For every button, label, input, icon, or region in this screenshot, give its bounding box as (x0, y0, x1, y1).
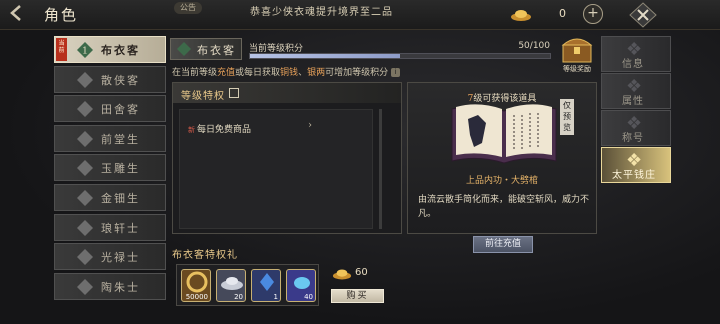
rank-item-label: 前堂生 (101, 132, 140, 146)
notice-marquee: 恭喜少侠衣魂提升境界至二品 (250, 7, 393, 18)
rank-item[interactable]: 田舍客 (54, 95, 166, 123)
hint-part: 或每日获取 (235, 68, 281, 78)
rank-item-label: 田舍客 (101, 103, 140, 117)
currency-value: 0 (559, 7, 566, 20)
rank-emblem-icon: 1 (77, 42, 93, 58)
gift-pack-items: 50000 20 1 40 (176, 264, 319, 306)
notice-badge: 公告 (174, 2, 202, 14)
rank-emblem-icon (77, 278, 93, 295)
rank-emblem-icon (77, 130, 93, 147)
tab-taiping-bank[interactable]: ❖ 太平钱庄 (601, 147, 671, 183)
tab-label: 称号 (622, 133, 644, 144)
rank-list: 当前 1 布衣客 散侠客 田舍客 前堂生 玉雕生 金钿生 琅轩士 光禄士 陶朱士 (54, 36, 166, 302)
buy-button[interactable]: 购买 (331, 289, 384, 303)
open-book-icon (448, 101, 560, 165)
reward-item-name: 上品内功・大劈棺 (465, 176, 538, 186)
rank-emblem-icon (77, 249, 93, 266)
hint-part: 在当前等级 (172, 68, 218, 78)
rank-emblem-icon (77, 101, 93, 118)
tab-info[interactable]: ❖ 信息 (601, 36, 671, 72)
gift-price: 60 (355, 267, 368, 278)
close-icon[interactable] (628, 2, 658, 28)
page-title: 角色 (44, 6, 79, 24)
rank-item-label: 布衣客 (101, 44, 140, 57)
reward-item-description: 由流云散手简化而来，能破空斩风，威力不凡。 (418, 195, 590, 219)
rank-emblem-icon (77, 189, 93, 206)
gold-ingot-icon (332, 266, 352, 280)
rank-item-label: 玉雕生 (101, 162, 140, 176)
hint-part: 可增加等级积分 (325, 68, 389, 78)
hint-part: 、 (298, 68, 308, 78)
back-arrow-icon[interactable] (2, 2, 32, 28)
current-tag: 当前 (56, 38, 67, 61)
side-tabs: ❖ 信息 ❖ 属性 ❖ 称号 ❖ 太平钱庄 (601, 36, 671, 184)
rank-item[interactable]: 琅轩士 (54, 213, 166, 241)
reward-preview-panel: 7级可获得该道具 仅预览 上品内功・大劈棺 由流云散手简化而来，能破空斩风，威力… (407, 82, 597, 234)
rank-emblem-icon (77, 160, 93, 177)
go-recharge-button[interactable]: 前往充值 (473, 236, 533, 253)
gift-item[interactable]: 20 (216, 269, 246, 302)
gift-item-count: 1 (273, 293, 278, 301)
progress-value: 50/100 (518, 41, 550, 51)
rank-item-label: 金钿生 (101, 191, 140, 205)
current-rank-name: 布衣客 (197, 44, 236, 57)
rank-item-label: 散侠客 (101, 73, 140, 87)
gold-ingot-icon (510, 7, 532, 21)
tab-attributes[interactable]: ❖ 属性 (601, 73, 671, 109)
rank-item-label: 琅轩士 (101, 221, 140, 235)
gift-item-count: 40 (304, 293, 313, 301)
gift-item[interactable]: 40 (286, 269, 316, 302)
gift-item-count: 20 (234, 293, 243, 301)
rank-item[interactable]: 金钿生 (54, 183, 166, 211)
preview-only-tag: 仅预览 (560, 99, 574, 135)
level-reward-label: 等级奖励 (563, 65, 591, 73)
rank-item[interactable]: 前堂生 (54, 124, 166, 152)
rank-emblem-icon (77, 71, 93, 88)
tab-label: 太平钱庄 (612, 170, 656, 181)
privilege-title: 等级特权 (181, 91, 225, 102)
new-tag: 新 (188, 126, 195, 134)
hint-text: 在当前等级充值或每日获取铜钱、银两可增加等级积分 i (172, 65, 401, 78)
rank-emblem-icon (77, 219, 93, 236)
rank-item[interactable]: 光禄士 (54, 243, 166, 271)
scrollbar[interactable] (379, 109, 382, 229)
hint-recharge: 充值 (217, 68, 236, 78)
gift-pack-title: 布衣客特权礼 (172, 250, 238, 261)
hint-silver: 银两 (307, 68, 326, 78)
privilege-panel: 等级特权 新每日免费商品 › (172, 82, 402, 234)
chevron-right-icon: › (308, 120, 312, 131)
rank-item-buyike[interactable]: 当前 1 布衣客 (54, 36, 166, 63)
rank-emblem-icon (177, 42, 191, 56)
tab-title[interactable]: ❖ 称号 (601, 110, 671, 146)
blue-crystal-icon (260, 273, 274, 291)
hint-copper: 铜钱 (280, 68, 299, 78)
gift-item[interactable]: 50000 (181, 269, 211, 302)
progress-fill (250, 54, 400, 58)
rank-item-label: 光禄士 (101, 251, 140, 265)
progress-bar (249, 53, 551, 59)
privilege-row[interactable]: 新每日免费商品 (188, 122, 251, 135)
rank-item[interactable]: 散侠客 (54, 65, 166, 93)
current-rank-chip: 布衣客 (170, 38, 242, 60)
tab-label: 信息 (622, 59, 644, 70)
info-icon[interactable]: i (391, 68, 401, 77)
privilege-list: 新每日免费商品 › (179, 109, 373, 229)
svg-text:1: 1 (82, 47, 88, 57)
coin-ring-icon (186, 271, 208, 293)
rank-item[interactable]: 玉雕生 (54, 154, 166, 182)
add-currency-button[interactable]: + (583, 4, 603, 24)
blue-gem-icon (294, 277, 310, 289)
rank-item[interactable]: 陶朱士 (54, 272, 166, 300)
privilege-label: 每日免费商品 (197, 125, 252, 135)
silver-ingot-icon (221, 277, 243, 290)
gift-item[interactable]: 1 (251, 269, 281, 302)
list-icon (229, 88, 239, 98)
tab-label: 属性 (622, 96, 644, 107)
rank-item-label: 陶朱士 (101, 280, 140, 294)
gift-item-count: 50000 (185, 293, 208, 301)
